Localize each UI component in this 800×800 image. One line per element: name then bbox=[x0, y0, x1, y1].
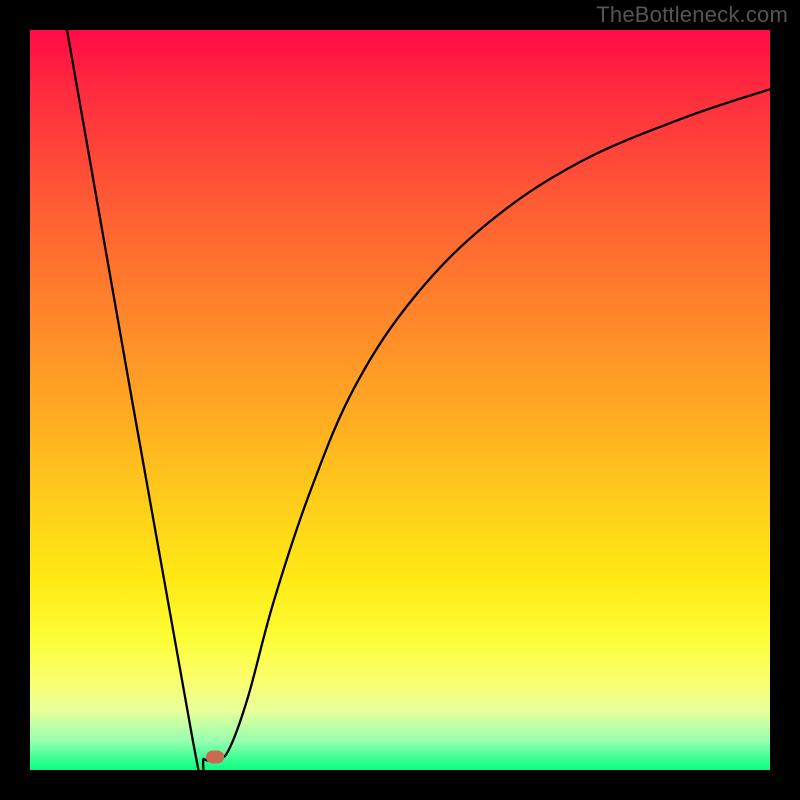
watermark-text: TheBottleneck.com bbox=[596, 2, 788, 28]
bottleneck-curve bbox=[30, 30, 770, 770]
chart-frame: TheBottleneck.com bbox=[0, 0, 800, 800]
optimal-point-marker bbox=[206, 750, 224, 763]
curve-path bbox=[67, 30, 770, 770]
plot-area bbox=[30, 30, 770, 770]
